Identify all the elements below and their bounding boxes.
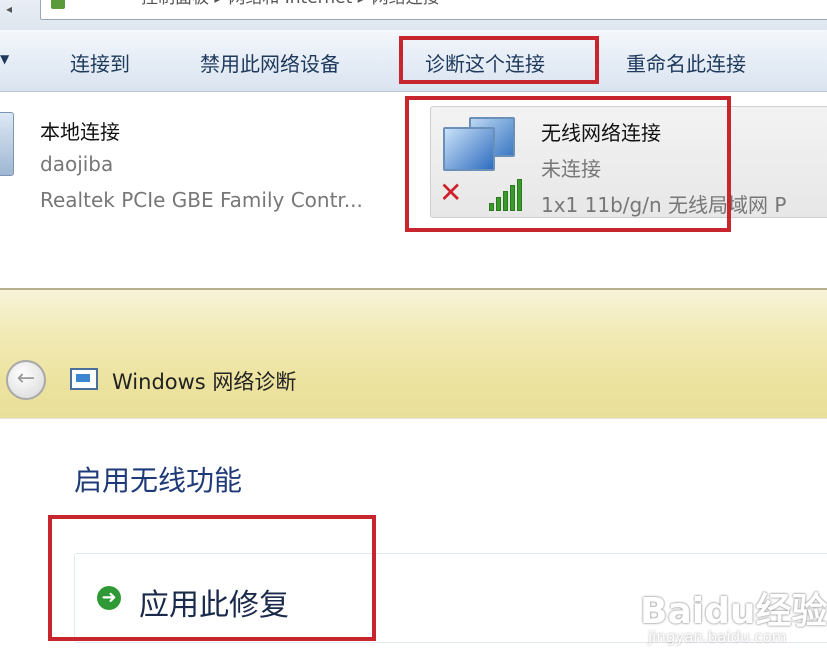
local-connection-item[interactable]: 本地连接 daojiba Realtek PCIe GBE Family Con… — [0, 92, 420, 222]
wireless-highlight-box — [405, 96, 731, 232]
diagnostics-title-bar: ← Windows 网络诊断 — [0, 288, 827, 418]
back-arrow-icon[interactable]: ← — [6, 360, 46, 400]
connect-to-button[interactable]: 连接到 — [70, 48, 130, 77]
local-connection-name: 本地连接 — [40, 120, 120, 144]
baidu-watermark: Baidu经验 jingyan.baidu.com — [640, 578, 827, 658]
local-connection-adapter: Realtek PCIe GBE Family Contr... — [40, 188, 363, 212]
baidu-url: jingyan.baidu.com — [648, 628, 787, 646]
rename-connection-button[interactable]: 重命名此连接 — [626, 48, 746, 77]
network-diagnostics-icon — [70, 368, 98, 390]
control-panel-icon — [51, 0, 65, 9]
address-bar-area: ◂ 控制面板 ▸ 网络和 Internet ▸ 网络连接 — [0, 0, 827, 30]
baidu-logo: Baidu经验 — [640, 591, 827, 632]
lan-adapter-icon — [0, 112, 14, 176]
address-path[interactable]: 控制面板 ▸ 网络和 Internet ▸ 网络连接 — [141, 0, 440, 8]
local-connection-network: daojiba — [40, 152, 114, 176]
diagnostics-window-title: Windows 网络诊断 — [112, 370, 297, 394]
address-bar[interactable]: 控制面板 ▸ 网络和 Internet ▸ 网络连接 — [40, 0, 827, 20]
apply-fix-highlight-box — [48, 515, 376, 641]
organize-dropdown-icon[interactable]: ▼ — [0, 52, 9, 66]
disable-device-button[interactable]: 禁用此网络设备 — [200, 48, 340, 77]
diagnose-highlight-box — [399, 36, 599, 84]
diagnostics-heading: 启用无线功能 — [74, 464, 243, 497]
nav-dropdown-icon[interactable]: ◂ — [6, 2, 12, 16]
